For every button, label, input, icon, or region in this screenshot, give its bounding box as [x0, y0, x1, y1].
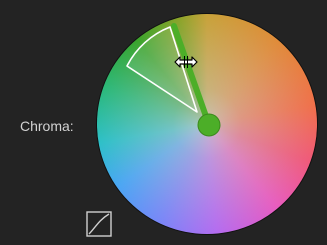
chroma-panel: Chroma: — [0, 0, 327, 245]
curve-toggle-icon[interactable] — [85, 210, 113, 238]
chroma-handle-knob[interactable] — [197, 113, 221, 137]
wheel-controls-overlay — [126, 23, 221, 137]
